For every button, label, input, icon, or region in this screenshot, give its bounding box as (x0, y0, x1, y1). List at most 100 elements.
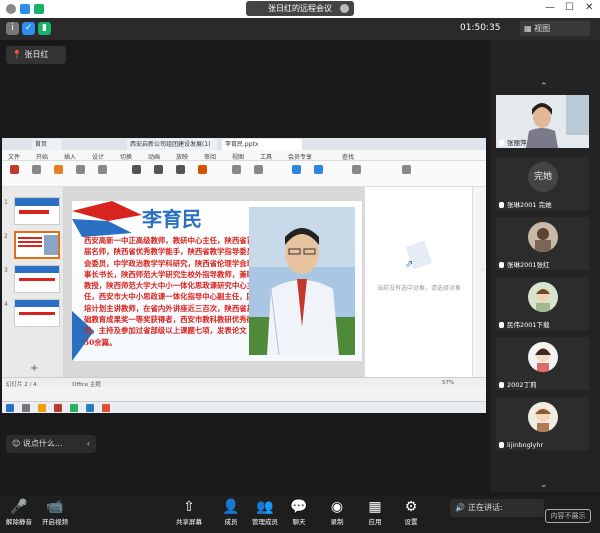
menu-member[interactable]: 会员专享 (288, 152, 312, 161)
taskbar-app-icon[interactable] (102, 404, 110, 412)
gear-icon: ⚙ (404, 499, 418, 515)
mic-muted-icon (499, 382, 504, 388)
chat-input[interactable]: ☺ 说点什么... ‹ (6, 435, 96, 453)
menu-tools[interactable]: 工具 (260, 152, 272, 161)
menu-transition[interactable]: 切换 (120, 152, 132, 161)
menu-slideshow[interactable]: 放映 (176, 152, 188, 161)
reset-icon[interactable] (98, 165, 107, 174)
align-icon[interactable] (232, 165, 241, 174)
share-screen-button[interactable]: ⇧ 共享屏幕 (172, 498, 206, 526)
menu-design[interactable]: 设计 (92, 152, 104, 161)
security-icon[interactable]: ✓ (22, 22, 35, 35)
add-slide-icon[interactable]: + (30, 363, 38, 374)
tab-doc[interactable]: 西安启新公司组团建设发展(1) (127, 139, 217, 150)
italic-icon[interactable] (176, 165, 185, 174)
menu-animation[interactable]: 动画 (148, 152, 160, 161)
participant-name: lijinbnglyhr (507, 441, 544, 449)
thumb-num: 4 (4, 301, 8, 308)
settings-button[interactable]: ⚙ 设置 (394, 498, 428, 526)
app-tab-strip: 首页 西安启新公司组团建设发展(1) 李育民.pptx (2, 138, 486, 150)
avatar (528, 402, 558, 432)
new-slide-icon[interactable] (54, 165, 63, 174)
chevron-down-icon[interactable]: ⌄ (540, 480, 548, 490)
slide: 李育民 西安高新一中正高级教师，教研中心主任，陕西省首届名师，陕西省优秀教学能手… (72, 201, 362, 361)
start-icon[interactable] (6, 404, 14, 412)
chevron-up-icon[interactable]: ⌃ (540, 82, 548, 92)
settings-label: 设置 (404, 518, 418, 526)
bold-icon[interactable] (154, 165, 163, 174)
view-button[interactable]: ▦ 视图 (520, 21, 590, 36)
textbox-icon[interactable] (352, 165, 361, 174)
menu-home[interactable]: 开始 (36, 152, 48, 161)
slide-thumbnail[interactable] (14, 265, 60, 293)
members-button[interactable]: 👤 成员 (214, 498, 248, 526)
color-icon[interactable] (198, 165, 207, 174)
font-icon[interactable] (132, 165, 141, 174)
menu-search[interactable]: 查找 (342, 152, 354, 161)
meeting-info-icon[interactable]: i (6, 22, 19, 35)
pin-icon: 📍 (12, 50, 22, 59)
format-icon[interactable] (32, 165, 41, 174)
signal-icon[interactable] (34, 4, 44, 14)
list-icon[interactable] (254, 165, 263, 174)
chevron-down-icon[interactable] (340, 4, 349, 13)
taskbar-app-icon[interactable] (38, 404, 46, 412)
taskbar-app-icon[interactable] (54, 404, 62, 412)
emoji-icon[interactable]: ☺ (12, 439, 23, 448)
title-bar: 张日红的远程会议 — ☐ ✕ (0, 0, 600, 18)
chat-button[interactable]: 💬 聊天 (282, 498, 316, 526)
minimize-icon[interactable]: — (545, 2, 555, 13)
record-button[interactable]: ◉ 录制 (320, 498, 354, 526)
empty-state-caption: 当前没有选中对象，请选择对象 (376, 285, 461, 292)
mute-button[interactable]: 🎤 解除静音 (2, 498, 36, 526)
shared-screen[interactable]: 首页 西安启新公司组团建设发展(1) 李育民.pptx 文件 开始 插入 设计 … (2, 138, 486, 413)
network-icon[interactable]: ▮ (38, 22, 51, 35)
avatar: 完她 (528, 162, 558, 192)
info-icon[interactable] (6, 4, 16, 14)
slide-canvas[interactable]: 李育民 西安高新一中正高级教师，教研中心主任，陕西省首届名师，陕西省优秀教学能手… (64, 187, 364, 377)
shape-icon[interactable] (292, 165, 301, 174)
speaker-label: 张日红 (24, 50, 49, 59)
taskbar-app-icon[interactable] (86, 404, 94, 412)
portrait-photo (249, 207, 355, 355)
video-tile[interactable]: 完她 张琳2001 完她 (496, 157, 589, 210)
shield-icon[interactable] (20, 4, 30, 14)
video-tile-active[interactable]: 张丽萍 (496, 95, 589, 148)
mute-label: 解除静音 (6, 518, 32, 526)
taskbar-app-icon[interactable] (22, 404, 30, 412)
menu-file[interactable]: 文件 (8, 152, 20, 161)
video-button[interactable]: 📹 开启视频 (38, 498, 72, 526)
menu-review[interactable]: 审阅 (204, 152, 216, 161)
participant-name: 民伟2001下载 (507, 321, 550, 329)
zoom-level[interactable]: 57% (442, 380, 454, 386)
slide-thumbnail-selected[interactable] (14, 231, 60, 259)
paste-icon[interactable] (10, 165, 19, 174)
taskbar-app-icon[interactable] (70, 404, 78, 412)
ribbon (2, 161, 486, 187)
close-icon[interactable]: ✕ (585, 2, 593, 13)
maximize-icon[interactable]: ☐ (565, 2, 574, 13)
manage-members-button[interactable]: 👥 管理成员 (248, 498, 282, 526)
mic-muted-icon (499, 262, 504, 268)
app-status-bar: 幻灯片 2 / 4 Office 主题 57% (2, 377, 486, 388)
video-tile[interactable]: lijinbnglyhr (496, 397, 589, 450)
video-tile[interactable]: 民伟2001下载 (496, 277, 589, 330)
tab-presentation[interactable]: 李育民.pptx (222, 139, 302, 150)
menu-view[interactable]: 视图 (232, 152, 244, 161)
layout-icon[interactable] (76, 165, 85, 174)
slide-thumbnail[interactable] (14, 299, 60, 327)
slide-thumbnail[interactable] (14, 197, 60, 225)
tab-home[interactable]: 首页 (32, 139, 62, 150)
collapse-panel-icon[interactable]: › (481, 265, 485, 275)
svg-text:⇗: ⇗ (405, 259, 413, 270)
apps-button[interactable]: ▦ 应用 (358, 498, 392, 526)
find-icon[interactable] (402, 165, 411, 174)
empty-state-icon: ⇗ (405, 240, 432, 270)
arrange-icon[interactable] (314, 165, 323, 174)
participant-name: 张琳2001 完她 (507, 201, 552, 209)
video-tile[interactable]: 2002丁莉 (496, 337, 589, 390)
avatar (528, 282, 558, 312)
menu-insert[interactable]: 插入 (64, 152, 76, 161)
chevron-left-icon[interactable]: ‹ (87, 435, 90, 453)
video-tile[interactable]: 张琳2001张红 (496, 217, 589, 270)
